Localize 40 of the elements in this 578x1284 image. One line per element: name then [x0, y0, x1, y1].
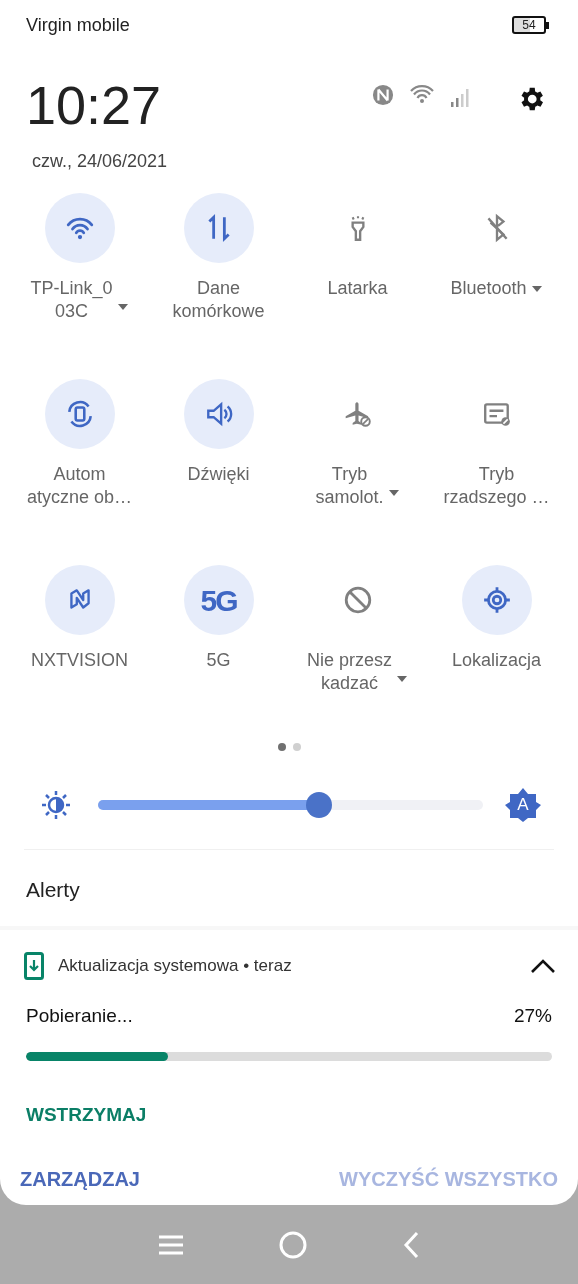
tile-label: Dane komórkowe: [172, 277, 265, 323]
location-icon: [481, 585, 512, 615]
collapse-chevron-icon[interactable]: [530, 957, 556, 974]
tile-label: 5G: [206, 649, 231, 672]
download-icon: [24, 951, 44, 980]
manage-button[interactable]: ZARZĄDZAJ: [20, 1163, 140, 1194]
section-heading: Alerty: [25, 877, 81, 903]
carrier-name: Virgin mobile: [26, 13, 130, 37]
clock-time: 10:27: [26, 78, 163, 132]
page-indicator-dot[interactable]: [277, 743, 286, 751]
tile-label: Nie przesz kadzać: [307, 649, 392, 695]
dropdown-caret-icon[interactable]: [396, 675, 408, 683]
notification-source: Aktualizacja systemowa • teraz: [58, 954, 293, 977]
dropdown-caret-icon[interactable]: [387, 489, 400, 497]
tile-label: Latarka: [327, 277, 388, 300]
dropdown-caret-icon[interactable]: [530, 284, 543, 293]
wifi-icon: [410, 84, 434, 104]
brightness-slider[interactable]: [98, 792, 483, 818]
battery-icon: 54: [512, 16, 546, 34]
tile-label: Tryb samolot.: [315, 463, 384, 509]
pause-button[interactable]: WSTRZYMAJ: [26, 1101, 147, 1130]
download-percent: 27%: [513, 1003, 552, 1028]
slider-thumb[interactable]: [306, 792, 333, 818]
date-text: czw., 24/06/2021: [31, 150, 168, 173]
network-label: 5G: [200, 582, 237, 619]
tile-label: Autom atyczne ob…: [26, 463, 133, 509]
tile-label: Dźwięki: [187, 463, 250, 486]
tile-label: TP-Link_0 03C: [30, 277, 113, 323]
auto-brightness-icon[interactable]: A: [505, 787, 541, 823]
do-not-disturb-icon: [342, 585, 373, 615]
page-indicator-dot[interactable]: [292, 743, 301, 751]
brightness-icon: [40, 789, 72, 821]
download-status: Pobieranie...: [26, 1003, 133, 1028]
tile-label: NXTVISION: [31, 649, 128, 672]
nfc-icon: [372, 84, 394, 106]
tile-toggle[interactable]: 5G: [183, 565, 254, 635]
tile-label: Lokalizacja: [451, 649, 542, 672]
tile-label: Bluetooth: [450, 277, 527, 300]
tile-label: Tryb rzadszego …: [443, 463, 550, 509]
dropdown-caret-icon[interactable]: [116, 303, 129, 311]
